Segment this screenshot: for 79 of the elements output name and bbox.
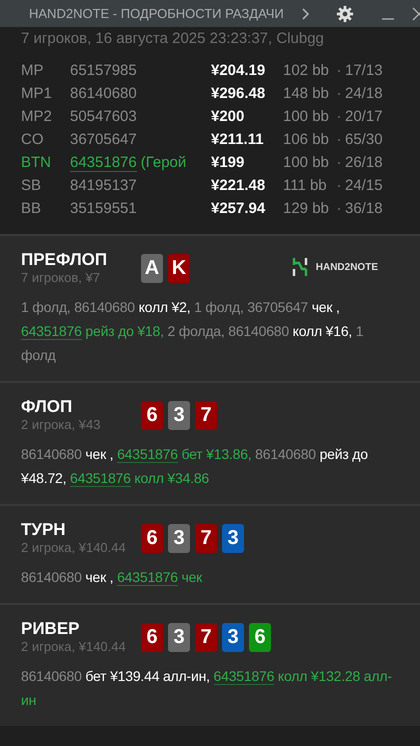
playing-card: 3	[168, 401, 190, 430]
player-link[interactable]: 64351876	[70, 470, 131, 487]
separator-dot	[338, 116, 340, 118]
stack-bb: 106 bb	[283, 130, 330, 150]
stack-bb: 111 bb	[283, 176, 328, 196]
logo-icon	[292, 257, 308, 277]
stack-amount: ¥221.48	[211, 176, 266, 196]
player-id: 36705647	[70, 131, 137, 148]
playing-card: 6	[141, 623, 163, 652]
street-info: 2 игрока, ¥43	[21, 417, 102, 432]
playing-card: 3	[222, 623, 244, 652]
player-stats: 26/18	[345, 153, 384, 173]
street-info: 7 игроков, ¥7	[21, 270, 101, 285]
playing-card: K	[168, 254, 190, 283]
street-title: РИВЕР	[21, 619, 81, 639]
playing-card: 7	[195, 524, 217, 553]
stack-bb: 129 bb	[283, 199, 330, 219]
position-label: BB	[21, 199, 42, 219]
player-stats: 24/15	[345, 176, 384, 196]
player-id: 84195137	[70, 177, 137, 194]
playing-card: 3	[168, 524, 190, 553]
player-link[interactable]: 64351876	[117, 446, 178, 463]
logo-text: HAND2NOTE	[316, 262, 378, 272]
separator-dot	[338, 139, 340, 141]
hand-summary: 7 игроков, 16 августа 2025 23:23:37, Clubgg	[21, 30, 325, 47]
separator-dot	[338, 162, 340, 164]
position-label: BTN	[21, 153, 52, 173]
player-id: 50547603	[70, 108, 137, 125]
stack-bb: 102 bb	[283, 61, 330, 81]
player-id: 86140680	[70, 85, 137, 102]
hero-label: (Герой	[140, 154, 186, 171]
player-link[interactable]: 64351876	[117, 569, 178, 586]
action-log: 86140680 бет ¥139.44 алл-ин, 64351876 колл ¥132.28 алл-ин	[21, 667, 393, 710]
player-id: 65157985	[70, 62, 137, 79]
position-label: MP1	[21, 84, 53, 104]
position-label: MP2	[21, 107, 53, 127]
stack-amount: ¥257.94	[211, 199, 266, 219]
stack-bb: 100 bb	[283, 153, 330, 173]
action-log: 86140680 чек , 64351876 чек	[21, 568, 204, 588]
separator-dot	[338, 93, 340, 95]
player-stats: 17/13	[345, 61, 384, 81]
separator-dot	[338, 70, 340, 72]
street-info: 2 игрока, ¥140.44	[21, 639, 127, 654]
separator-dot	[338, 185, 340, 187]
stack-amount: ¥199	[211, 153, 246, 173]
stack-amount: ¥204.19	[211, 61, 266, 81]
stack-amount: ¥211.11	[211, 130, 265, 150]
stack-amount: ¥200	[211, 107, 246, 127]
position-label: MP	[21, 61, 44, 81]
playing-card: 3	[222, 524, 244, 553]
player-link[interactable]: 64351876	[21, 323, 82, 340]
playing-card: A	[141, 254, 163, 283]
player-id: 35159551	[70, 200, 137, 217]
playing-card: 6	[141, 401, 163, 430]
player-stats: 20/17	[345, 107, 384, 127]
street-title: ФЛОП	[21, 397, 74, 417]
position-label: CO	[21, 130, 44, 150]
action-log: 1 фолд, 86140680 колл ¥2, 1 фолд, 36705647 чек , 64351876 рейз до ¥18, 2 фолда, 86140680 колл ¥16, 1 фолд	[21, 298, 364, 365]
street-info: 2 игрока, ¥140.44	[21, 540, 127, 555]
stack-amount: ¥296.48	[211, 84, 266, 104]
street-title: ПРЕФЛОП	[21, 250, 108, 270]
separator-dot	[338, 208, 340, 210]
playing-card: 6	[249, 623, 271, 652]
playing-card: 6	[141, 524, 163, 553]
street-title: ТУРН	[21, 520, 67, 540]
player-stats: 24/18	[345, 84, 384, 104]
player-stats: 36/18	[345, 199, 384, 219]
stack-bb: 100 bb	[283, 107, 330, 127]
playing-card: 7	[195, 401, 217, 430]
player-stats: 65/30	[345, 130, 384, 150]
playing-card: 7	[195, 623, 217, 652]
player-id[interactable]: 64351876	[70, 154, 137, 172]
position-label: SB	[21, 176, 42, 196]
playing-card: 3	[168, 623, 190, 652]
stack-bb: 148 bb	[283, 84, 330, 104]
action-log: 86140680 чек , 64351876 бет ¥13.86, 86140680 рейз до ¥48.72, 64351876 колл ¥34.86	[21, 445, 369, 489]
player-link[interactable]: 64351876	[214, 668, 274, 685]
window-title: HAND2NOTE - ПОДРОБНОСТИ РАЗДАЧИ	[29, 6, 285, 21]
chevron-right-icon[interactable]	[302, 8, 310, 20]
